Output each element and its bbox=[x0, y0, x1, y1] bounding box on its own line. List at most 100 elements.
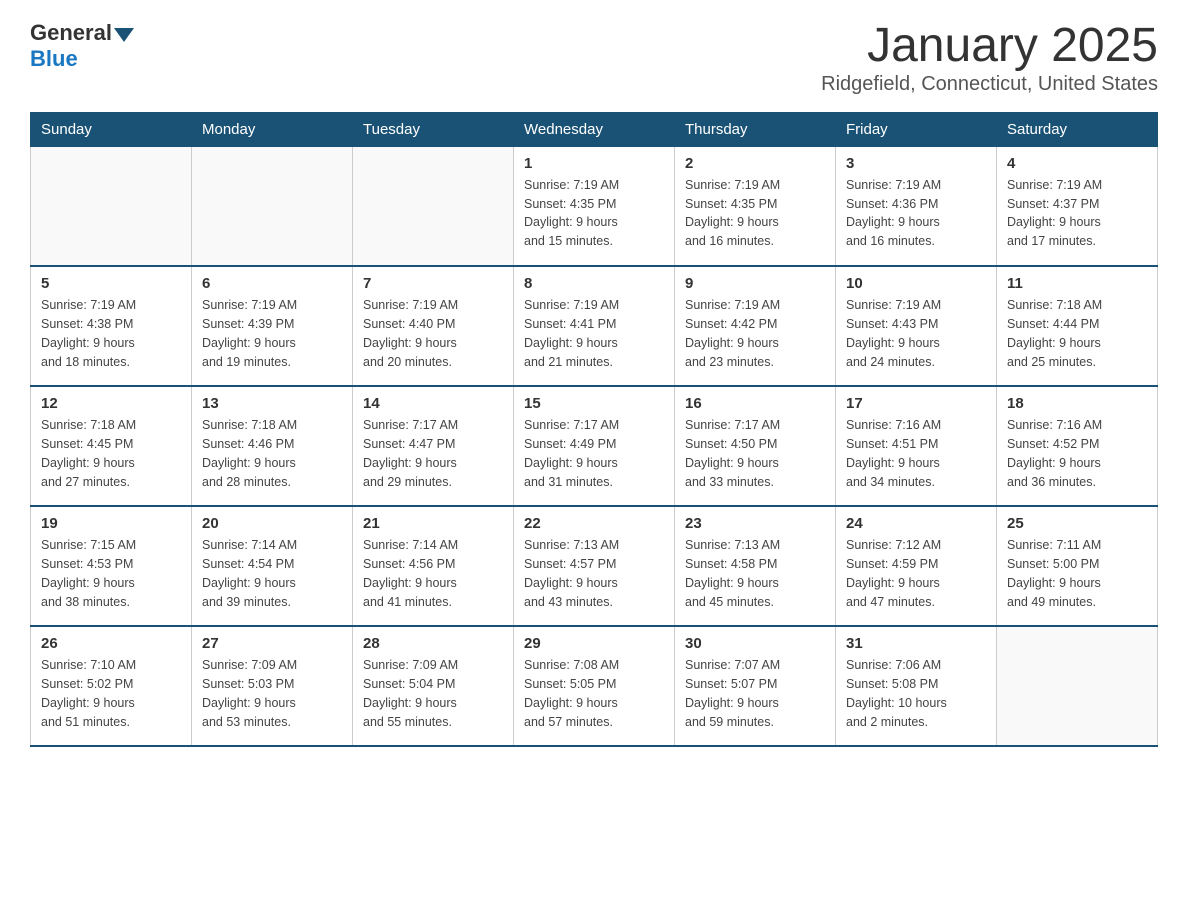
day-info: Sunrise: 7:19 AMSunset: 4:40 PMDaylight:… bbox=[363, 296, 503, 371]
day-info: Sunrise: 7:19 AMSunset: 4:35 PMDaylight:… bbox=[685, 176, 825, 251]
day-info: Sunrise: 7:16 AMSunset: 4:51 PMDaylight:… bbox=[846, 416, 986, 491]
table-row: 20Sunrise: 7:14 AMSunset: 4:54 PMDayligh… bbox=[192, 506, 353, 626]
table-row: 3 Sunrise: 7:19 AMSunset: 4:36 PMDaylight… bbox=[836, 146, 997, 266]
weekday-header-row: Sunday Monday Tuesday Wednesday Thursday… bbox=[31, 112, 1158, 146]
header-saturday: Saturday bbox=[997, 112, 1158, 146]
page-header: General Blue January 2025 Ridgefield, Co… bbox=[30, 20, 1158, 96]
day-number: 5 bbox=[41, 275, 181, 292]
header-monday: Monday bbox=[192, 112, 353, 146]
day-info: Sunrise: 7:19 AMSunset: 4:38 PMDaylight:… bbox=[41, 296, 181, 371]
day-info: Sunrise: 7:19 AMSunset: 4:41 PMDaylight:… bbox=[524, 296, 664, 371]
table-row: 10Sunrise: 7:19 AMSunset: 4:43 PMDayligh… bbox=[836, 266, 997, 386]
table-row: 5 Sunrise: 7:19 AMSunset: 4:38 PMDaylight… bbox=[31, 266, 192, 386]
table-row: 1 Sunrise: 7:19 AMSunset: 4:35 PMDaylight… bbox=[514, 146, 675, 266]
calendar-week-row: 19 Sunrise: 7:15 AMSunset: 4:53 PMDayligh… bbox=[31, 506, 1158, 626]
day-number: 1 bbox=[524, 155, 664, 172]
day-info: Sunrise: 7:19 AMSunset: 4:42 PMDaylight:… bbox=[685, 296, 825, 371]
day-number: 7 bbox=[363, 275, 503, 292]
day-number: 25 bbox=[1007, 515, 1147, 532]
day-number: 31 bbox=[846, 635, 986, 652]
table-row: 31 Sunrise: 7:06 AMSunset: 5:08 PMDayligh… bbox=[836, 626, 997, 746]
table-row: 15Sunrise: 7:17 AMSunset: 4:49 PMDayligh… bbox=[514, 386, 675, 506]
table-row: 22 Sunrise: 7:13 AMSunset: 4:57 PMDayligh… bbox=[514, 506, 675, 626]
day-number: 29 bbox=[524, 635, 664, 652]
day-info: Sunrise: 7:19 AMSunset: 4:43 PMDaylight:… bbox=[846, 296, 986, 371]
header-wednesday: Wednesday bbox=[514, 112, 675, 146]
table-row bbox=[353, 146, 514, 266]
day-number: 28 bbox=[363, 635, 503, 652]
day-info: Sunrise: 7:07 AMSunset: 5:07 PMDaylight:… bbox=[685, 656, 825, 731]
day-number: 14 bbox=[363, 395, 503, 412]
day-number: 9 bbox=[685, 275, 825, 292]
day-number: 22 bbox=[524, 515, 664, 532]
table-row: 23 Sunrise: 7:13 AMSunset: 4:58 PMDayligh… bbox=[675, 506, 836, 626]
day-info: Sunrise: 7:18 AMSunset: 4:46 PMDaylight:… bbox=[202, 416, 342, 491]
day-number: 20 bbox=[202, 515, 342, 532]
day-info: Sunrise: 7:19 AMSunset: 4:36 PMDaylight:… bbox=[846, 176, 986, 251]
table-row: 28 Sunrise: 7:09 AMSunset: 5:04 PMDayligh… bbox=[353, 626, 514, 746]
day-number: 4 bbox=[1007, 155, 1147, 172]
day-number: 2 bbox=[685, 155, 825, 172]
table-row: 17 Sunrise: 7:16 AMSunset: 4:51 PMDayligh… bbox=[836, 386, 997, 506]
day-number: 17 bbox=[846, 395, 986, 412]
table-row: 9 Sunrise: 7:19 AMSunset: 4:42 PMDaylight… bbox=[675, 266, 836, 386]
calendar-week-row: 5 Sunrise: 7:19 AMSunset: 4:38 PMDaylight… bbox=[31, 266, 1158, 386]
table-row: 27 Sunrise: 7:09 AMSunset: 5:03 PMDayligh… bbox=[192, 626, 353, 746]
day-info: Sunrise: 7:09 AMSunset: 5:03 PMDaylight:… bbox=[202, 656, 342, 731]
header-tuesday: Tuesday bbox=[353, 112, 514, 146]
day-number: 21 bbox=[363, 515, 503, 532]
logo: General Blue bbox=[30, 20, 134, 72]
day-number: 8 bbox=[524, 275, 664, 292]
day-info: Sunrise: 7:14 AMSunset: 4:56 PMDaylight:… bbox=[363, 536, 503, 611]
day-number: 24 bbox=[846, 515, 986, 532]
table-row: 18Sunrise: 7:16 AMSunset: 4:52 PMDayligh… bbox=[997, 386, 1158, 506]
table-row: 14 Sunrise: 7:17 AMSunset: 4:47 PMDayligh… bbox=[353, 386, 514, 506]
table-row bbox=[997, 626, 1158, 746]
day-number: 23 bbox=[685, 515, 825, 532]
day-info: Sunrise: 7:17 AMSunset: 4:49 PMDaylight:… bbox=[524, 416, 664, 491]
day-info: Sunrise: 7:15 AMSunset: 4:53 PMDaylight:… bbox=[41, 536, 181, 611]
day-info: Sunrise: 7:10 AMSunset: 5:02 PMDaylight:… bbox=[41, 656, 181, 731]
day-number: 30 bbox=[685, 635, 825, 652]
day-info: Sunrise: 7:13 AMSunset: 4:58 PMDaylight:… bbox=[685, 536, 825, 611]
day-info: Sunrise: 7:06 AMSunset: 5:08 PMDaylight:… bbox=[846, 656, 986, 731]
table-row: 16 Sunrise: 7:17 AMSunset: 4:50 PMDayligh… bbox=[675, 386, 836, 506]
table-row: 6 Sunrise: 7:19 AMSunset: 4:39 PMDaylight… bbox=[192, 266, 353, 386]
day-number: 16 bbox=[685, 395, 825, 412]
day-info: Sunrise: 7:16 AMSunset: 4:52 PMDaylight:… bbox=[1007, 416, 1147, 491]
title-group: January 2025 Ridgefield, Connecticut, Un… bbox=[821, 20, 1158, 96]
day-info: Sunrise: 7:19 AMSunset: 4:39 PMDaylight:… bbox=[202, 296, 342, 371]
table-row: 7 Sunrise: 7:19 AMSunset: 4:40 PMDaylight… bbox=[353, 266, 514, 386]
day-info: Sunrise: 7:17 AMSunset: 4:50 PMDaylight:… bbox=[685, 416, 825, 491]
day-number: 6 bbox=[202, 275, 342, 292]
calendar-table: Sunday Monday Tuesday Wednesday Thursday… bbox=[30, 112, 1158, 748]
day-info: Sunrise: 7:18 AMSunset: 4:44 PMDaylight:… bbox=[1007, 296, 1147, 371]
table-row bbox=[192, 146, 353, 266]
calendar-week-row: 12Sunrise: 7:18 AMSunset: 4:45 PMDayligh… bbox=[31, 386, 1158, 506]
header-friday: Friday bbox=[836, 112, 997, 146]
header-thursday: Thursday bbox=[675, 112, 836, 146]
day-number: 13 bbox=[202, 395, 342, 412]
day-info: Sunrise: 7:17 AMSunset: 4:47 PMDaylight:… bbox=[363, 416, 503, 491]
day-number: 27 bbox=[202, 635, 342, 652]
day-info: Sunrise: 7:12 AMSunset: 4:59 PMDaylight:… bbox=[846, 536, 986, 611]
day-info: Sunrise: 7:19 AMSunset: 4:35 PMDaylight:… bbox=[524, 176, 664, 251]
table-row: 21 Sunrise: 7:14 AMSunset: 4:56 PMDayligh… bbox=[353, 506, 514, 626]
table-row: 4 Sunrise: 7:19 AMSunset: 4:37 PMDaylight… bbox=[997, 146, 1158, 266]
table-row: 11Sunrise: 7:18 AMSunset: 4:44 PMDayligh… bbox=[997, 266, 1158, 386]
table-row: 26Sunrise: 7:10 AMSunset: 5:02 PMDayligh… bbox=[31, 626, 192, 746]
table-row: 25Sunrise: 7:11 AMSunset: 5:00 PMDayligh… bbox=[997, 506, 1158, 626]
calendar-title: January 2025 bbox=[821, 20, 1158, 73]
table-row: 29Sunrise: 7:08 AMSunset: 5:05 PMDayligh… bbox=[514, 626, 675, 746]
day-info: Sunrise: 7:19 AMSunset: 4:37 PMDaylight:… bbox=[1007, 176, 1147, 251]
day-info: Sunrise: 7:09 AMSunset: 5:04 PMDaylight:… bbox=[363, 656, 503, 731]
table-row: 8 Sunrise: 7:19 AMSunset: 4:41 PMDaylight… bbox=[514, 266, 675, 386]
day-number: 3 bbox=[846, 155, 986, 172]
table-row bbox=[31, 146, 192, 266]
day-number: 12 bbox=[41, 395, 181, 412]
day-number: 19 bbox=[41, 515, 181, 532]
calendar-week-row: 26Sunrise: 7:10 AMSunset: 5:02 PMDayligh… bbox=[31, 626, 1158, 746]
day-info: Sunrise: 7:13 AMSunset: 4:57 PMDaylight:… bbox=[524, 536, 664, 611]
table-row: 30 Sunrise: 7:07 AMSunset: 5:07 PMDayligh… bbox=[675, 626, 836, 746]
table-row: 2 Sunrise: 7:19 AMSunset: 4:35 PMDaylight… bbox=[675, 146, 836, 266]
